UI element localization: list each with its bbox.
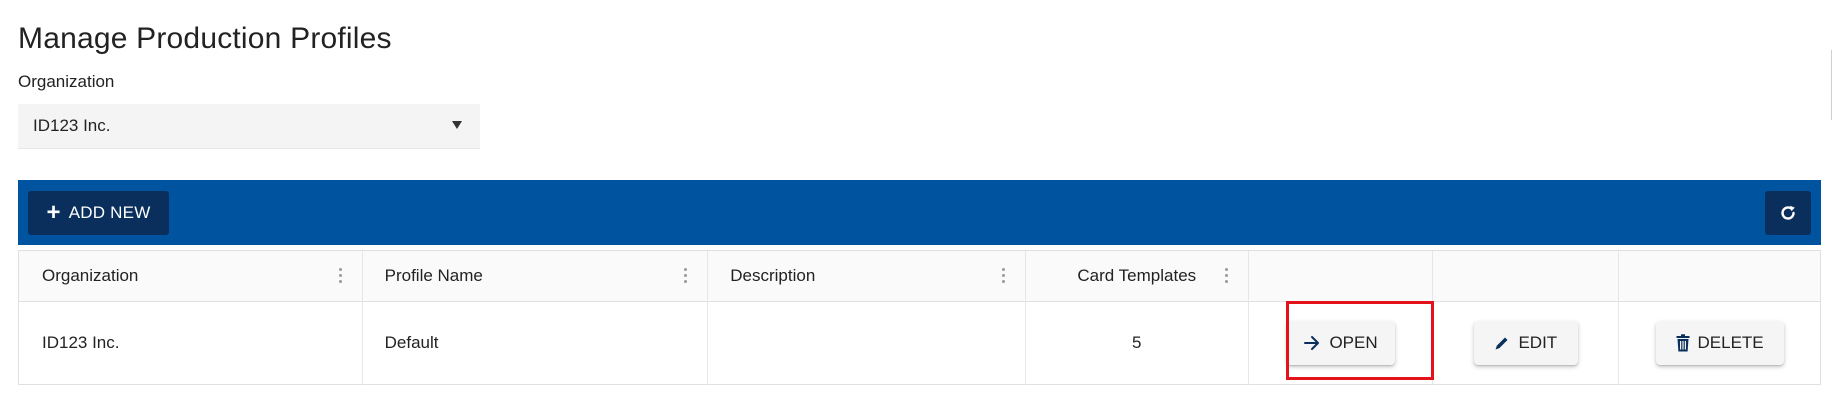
organization-select-value: ID123 Inc. <box>33 116 111 135</box>
cell-description <box>708 301 1026 385</box>
page-title: Manage Production Profiles <box>18 22 392 55</box>
cell-delete: DELETE <box>1619 301 1820 385</box>
table-row[interactable]: ID123 Inc. Default 5 OPEN EDIT DELETE <box>19 301 1820 385</box>
column-header-card-templates[interactable]: Card Templates <box>1026 251 1249 301</box>
delete-button[interactable]: DELETE <box>1655 321 1784 365</box>
column-header-description[interactable]: Description <box>708 251 1026 301</box>
column-header-organization[interactable]: Organization <box>19 251 363 301</box>
column-header-open <box>1249 251 1434 301</box>
cell-organization: ID123 Inc. <box>19 301 363 385</box>
column-header-label: Organization <box>42 266 139 285</box>
cell-open: OPEN <box>1249 301 1434 385</box>
add-new-button[interactable]: + ADD NEW <box>28 191 169 235</box>
pencil-icon <box>1495 337 1508 350</box>
arrow-right-icon <box>1304 336 1320 350</box>
cell-profile-name: Default <box>363 301 709 385</box>
column-menu-icon[interactable] <box>684 268 688 283</box>
column-menu-icon[interactable] <box>1224 268 1228 283</box>
edit-button[interactable]: EDIT <box>1473 321 1578 365</box>
organization-filter-label: Organization <box>18 72 115 91</box>
edit-button-label: EDIT <box>1518 333 1558 352</box>
profiles-table: Organization Profile Name Description Ca… <box>18 250 1821 385</box>
column-menu-icon[interactable] <box>1001 268 1005 283</box>
organization-select[interactable]: ID123 Inc. <box>18 104 480 149</box>
grid-toolbar: + ADD NEW <box>18 180 1821 245</box>
column-header-delete <box>1619 251 1820 301</box>
delete-button-label: DELETE <box>1697 333 1764 352</box>
column-menu-icon[interactable] <box>338 268 342 283</box>
column-header-profile-name[interactable]: Profile Name <box>363 251 709 301</box>
plus-icon: + <box>46 199 61 226</box>
open-button-label: OPEN <box>1329 333 1378 352</box>
column-header-label: Description <box>730 266 816 285</box>
cell-edit: EDIT <box>1433 301 1620 385</box>
refresh-button[interactable] <box>1765 191 1811 235</box>
add-new-label: ADD NEW <box>68 203 151 222</box>
open-button[interactable]: OPEN <box>1286 321 1395 365</box>
scrollbar-edge <box>1831 50 1838 120</box>
column-header-label: Profile Name <box>384 266 483 285</box>
column-header-edit <box>1433 251 1620 301</box>
refresh-icon <box>1781 205 1795 220</box>
page: Manage Production Profiles Organization … <box>0 0 1842 401</box>
trash-icon <box>1676 334 1690 352</box>
cell-card-templates: 5 <box>1026 301 1249 385</box>
dropdown-caret-icon <box>452 121 462 129</box>
table-header-row: Organization Profile Name Description Ca… <box>19 251 1820 302</box>
column-header-label: Card Templates <box>1077 266 1197 285</box>
